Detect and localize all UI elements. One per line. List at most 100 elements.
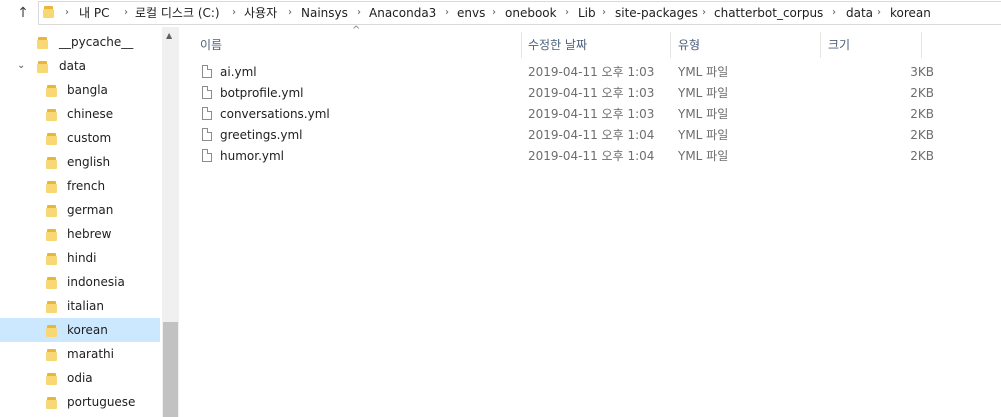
column-divider[interactable] [670,32,671,58]
crumb-chatterbot-corpus[interactable]: chatterbot_corpus [714,2,823,24]
folder-icon [37,37,48,49]
nav-item-label: german [67,203,114,217]
crumb-site-packages[interactable]: site-packages [615,2,698,24]
crumb-data[interactable]: data [846,2,873,24]
column-divider[interactable] [521,32,522,58]
folder-icon [46,133,57,145]
file-row[interactable]: ai.yml 2019-04-11 오후 1:03 YML 파일 3KB [200,62,940,83]
file-size: 2KB [910,128,934,142]
file-date: 2019-04-11 오후 1:04 [528,128,655,142]
file-icon [202,86,212,99]
crumb-korean[interactable]: korean [890,2,931,24]
file-size: 2KB [910,86,934,100]
crumb-users[interactable]: 사용자 [244,2,277,24]
file-type: YML 파일 [678,107,729,121]
crumb-nainsys[interactable]: Nainsys [301,2,348,24]
file-row[interactable]: greetings.yml 2019-04-11 오후 1:04 YML 파일 … [200,125,940,146]
chevron-right-icon[interactable]: › [357,2,361,24]
nav-item-custom[interactable]: custom [0,126,160,150]
nav-item-label: italian [67,299,105,313]
nav-item-german[interactable]: german [0,198,160,222]
nav-item-label: korean [67,323,108,337]
column-header-name[interactable]: 이름 [200,32,222,58]
file-date: 2019-04-11 오후 1:03 [528,86,655,100]
nav-item-portuguese[interactable]: portuguese [0,390,160,414]
file-type: YML 파일 [678,128,729,142]
up-arrow-icon[interactable]: ↑ [14,4,32,22]
chevron-down-icon[interactable]: ⌄ [17,54,25,78]
chevron-right-icon[interactable]: › [445,2,449,24]
file-size: 2KB [910,107,934,121]
nav-item-label: portuguese [67,395,136,409]
nav-item-label: bangla [67,83,108,97]
folder-icon [46,301,57,313]
nav-scrollbar[interactable]: ▲ [162,27,179,417]
folder-icon [46,253,57,265]
address-row: ↑ › 내 PC › 로컬 디스크 (C:) › 사용자 › Nainsys ›… [0,0,1001,27]
nav-item-korean[interactable]: korean [0,318,160,342]
folder-icon [43,6,54,18]
nav-item-label: hebrew [67,227,112,241]
nav-item-pycache[interactable]: __pycache__ [0,30,160,54]
folder-icon [46,397,57,409]
chevron-right-icon[interactable]: › [124,2,128,24]
file-size: 2KB [910,149,934,163]
crumb-local-disk[interactable]: 로컬 디스크 (C:) [135,2,220,24]
column-divider[interactable] [820,32,821,58]
crumb-anaconda3[interactable]: Anaconda3 [369,2,436,24]
folder-icon [46,229,57,241]
file-type: YML 파일 [678,86,729,100]
nav-item-italian[interactable]: italian [0,294,160,318]
file-date: 2019-04-11 오후 1:03 [528,65,655,79]
crumb-onebook[interactable]: onebook [505,2,557,24]
file-type: YML 파일 [678,149,729,163]
folder-icon [46,181,57,193]
chevron-right-icon[interactable]: › [492,2,496,24]
chevron-right-icon[interactable]: › [288,2,292,24]
sort-ascending-icon: ^ [352,25,361,36]
nav-item-chinese[interactable]: chinese [0,102,160,126]
chevron-right-icon[interactable]: › [832,2,836,24]
nav-item-hebrew[interactable]: hebrew [0,222,160,246]
nav-item-label: hindi [67,251,97,265]
file-row[interactable]: humor.yml 2019-04-11 오후 1:04 YML 파일 2KB [200,146,940,167]
nav-item-odia[interactable]: odia [0,366,160,390]
nav-item-label: chinese [67,107,114,121]
nav-item-french[interactable]: french [0,174,160,198]
chevron-right-icon[interactable]: › [65,2,69,24]
column-header-date[interactable]: 수정한 날짜 [528,32,587,58]
chevron-right-icon[interactable]: › [232,2,236,24]
nav-item-label: english [67,155,111,169]
chevron-right-icon[interactable]: › [877,2,881,24]
scroll-up-icon[interactable]: ▲ [166,31,172,40]
address-bar[interactable]: › 내 PC › 로컬 디스크 (C:) › 사용자 › Nainsys › A… [38,1,1001,25]
chevron-right-icon[interactable]: › [565,2,569,24]
column-header-size[interactable]: 크기 [828,32,850,58]
nav-item-data[interactable]: ⌄ data [0,54,160,78]
file-name: greetings.yml [220,128,303,142]
crumb-envs[interactable]: envs [457,2,485,24]
folder-icon [46,277,57,289]
file-row[interactable]: botprofile.yml 2019-04-11 오후 1:03 YML 파일… [200,83,940,104]
nav-item-bangla[interactable]: bangla [0,78,160,102]
file-size: 3KB [910,65,934,79]
crumb-lib[interactable]: Lib [578,2,596,24]
chevron-right-icon[interactable]: › [602,2,606,24]
folder-icon [46,109,57,121]
crumb-this-pc[interactable]: 내 PC [79,2,109,24]
file-type: YML 파일 [678,65,729,79]
scrollbar-thumb[interactable] [163,322,178,417]
column-header-type[interactable]: 유형 [678,32,700,58]
nav-item-label: custom [67,131,112,145]
folder-icon [37,61,48,73]
file-row[interactable]: conversations.yml 2019-04-11 오후 1:03 YML… [200,104,940,125]
nav-item-indonesia[interactable]: indonesia [0,270,160,294]
file-icon [202,107,212,120]
chevron-right-icon[interactable]: › [702,2,706,24]
nav-item-marathi[interactable]: marathi [0,342,160,366]
folder-icon [46,349,57,361]
nav-item-english[interactable]: english [0,150,160,174]
nav-item-hindi[interactable]: hindi [0,246,160,270]
file-name: ai.yml [220,65,257,79]
column-divider[interactable] [921,32,922,58]
